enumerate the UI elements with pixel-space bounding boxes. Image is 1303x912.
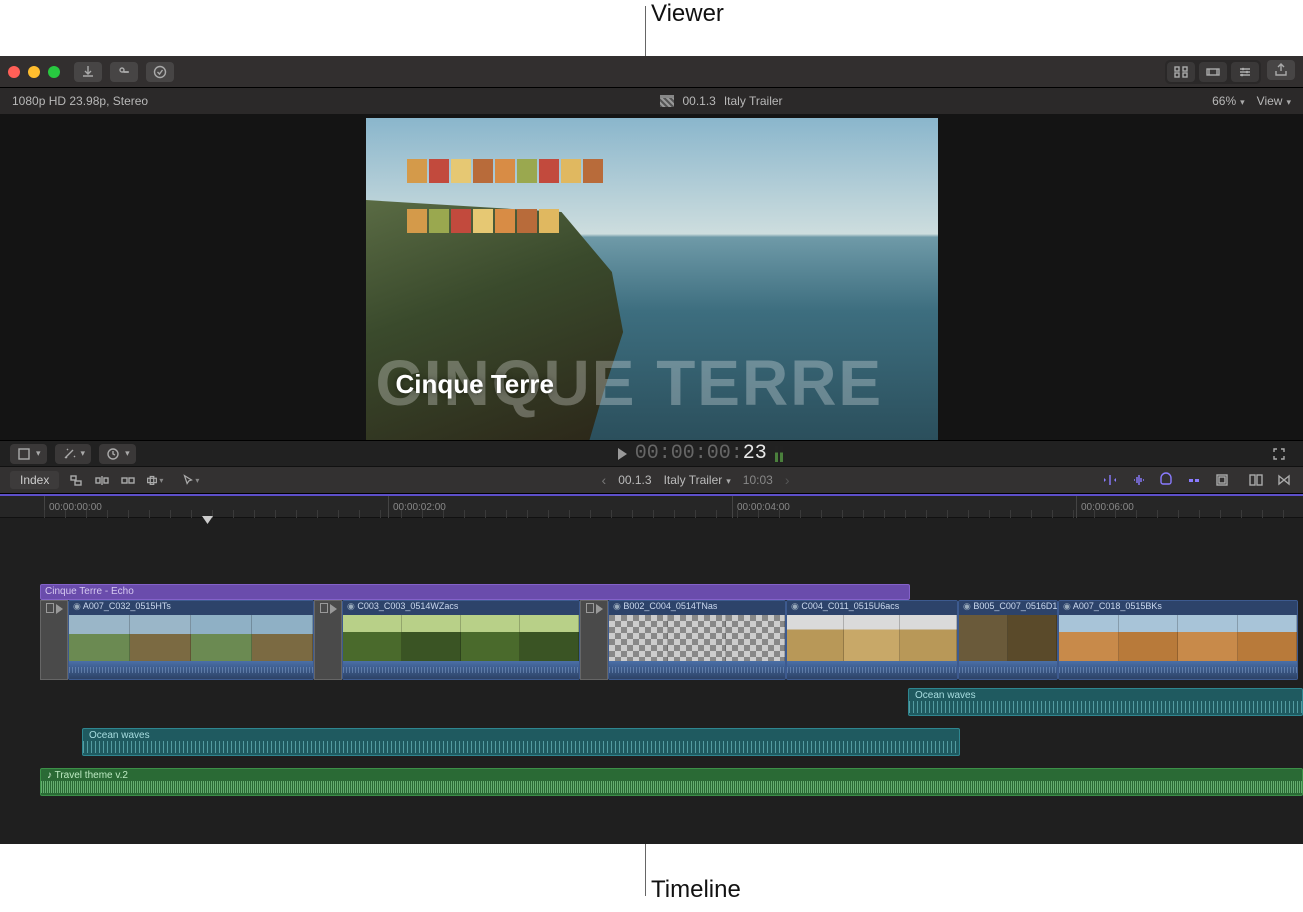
- viewer-info-bar: 1080p HD 23.98p, Stereo 00.1.3 Italy Tra…: [0, 88, 1303, 114]
- effects-browser-button[interactable]: [1213, 472, 1231, 488]
- clip-label: ◉ B002_C004_0514TNas: [609, 601, 785, 615]
- view-menu-dropdown[interactable]: View: [1257, 94, 1291, 108]
- retime-menu-dropdown[interactable]: [99, 444, 136, 464]
- timecode-hhmmss: 00:00:00:: [635, 442, 743, 465]
- audio-clip-label: Ocean waves: [89, 730, 150, 741]
- fullscreen-button[interactable]: [1265, 444, 1293, 464]
- skimming-toggle-button[interactable]: [1101, 472, 1119, 488]
- wand-icon: [61, 446, 77, 462]
- expand-icon: [1271, 446, 1287, 462]
- insert-edit-button[interactable]: [93, 472, 111, 488]
- timecode-frames: 23: [743, 442, 767, 465]
- browser-toggle-button[interactable]: [1167, 62, 1195, 82]
- project-index-label: 00.1.3: [682, 94, 715, 108]
- viewer-zoom-dropdown[interactable]: 66%: [1212, 94, 1245, 108]
- callout-timeline-line: [645, 844, 646, 896]
- ruler-tick: 00:00:00:00: [44, 496, 102, 518]
- download-arrow-icon: [80, 64, 96, 80]
- callout-timeline-label: Timeline: [651, 876, 741, 904]
- timeline-toolbar: Index ▾ ▾ ‹ 00.1.3 Italy Trailer 10:03 ›: [0, 466, 1303, 494]
- viewer-area: CINQUE TERRE Cinque Terre: [0, 114, 1303, 440]
- snapping-toggle-button[interactable]: [1185, 472, 1203, 488]
- viewer-scene-buildings: [406, 158, 606, 258]
- timeline-forward-button[interactable]: ›: [785, 472, 790, 488]
- audio-meter[interactable]: [775, 446, 783, 462]
- video-clip[interactable]: ◉ C004_C011_0515U6acs: [786, 600, 958, 680]
- ruler-tick: 00:00:06:00: [1076, 496, 1134, 518]
- background-tasks-button[interactable]: [146, 62, 174, 82]
- minimize-window-button[interactable]: [28, 66, 40, 78]
- timecode-display[interactable]: 00:00:00:23: [635, 442, 767, 465]
- app-window: 1080p HD 23.98p, Stereo 00.1.3 Italy Tra…: [0, 56, 1303, 844]
- keyword-button[interactable]: [110, 62, 138, 82]
- transform-icon: [16, 446, 32, 462]
- clip-label: ◉ B005_C007_0516D1...: [959, 601, 1057, 615]
- overwrite-edit-button[interactable]: ▾: [145, 472, 163, 488]
- grid-icon: [1173, 64, 1189, 80]
- index-button[interactable]: Index: [10, 471, 59, 489]
- share-icon: [1273, 62, 1289, 78]
- play-button[interactable]: [618, 448, 627, 460]
- ruler-tick: 00:00:04:00: [732, 496, 790, 518]
- clip-label: ◉ A007_C032_0515HTs: [69, 601, 313, 615]
- window-controls: [8, 66, 60, 78]
- clock-icon: [105, 446, 121, 462]
- timeline-duration-label: 10:03: [743, 473, 773, 487]
- transport-bar: 00:00:00:23: [0, 440, 1303, 466]
- key-icon: [116, 64, 132, 80]
- connect-edit-button[interactable]: [67, 472, 85, 488]
- timeline-project-index: 00.1.3: [618, 473, 651, 487]
- callout-viewer-line: [645, 6, 646, 56]
- enhance-menu-dropdown[interactable]: [55, 444, 92, 464]
- timeline-ruler[interactable]: 00:00:00:00 00:00:02:00 00:00:04:00 00:0…: [0, 496, 1303, 518]
- clapperboard-icon: [660, 95, 674, 107]
- audio-clip[interactable]: Ocean waves: [908, 688, 1303, 716]
- share-button[interactable]: [1267, 60, 1295, 80]
- clip-label: ◉ C004_C011_0515U6acs: [787, 601, 957, 615]
- timeline-back-button[interactable]: ‹: [602, 472, 607, 488]
- video-clip[interactable]: ◉ B005_C007_0516D1...: [958, 600, 1058, 680]
- project-name-label: Italy Trailer: [724, 94, 783, 108]
- timeline-toggle-button[interactable]: [1199, 62, 1227, 82]
- video-lane: ◉ A007_C032_0515HTs ◉ C003_C003_0514WZac…: [0, 600, 1303, 682]
- timeline-project-dropdown[interactable]: Italy Trailer: [664, 473, 731, 487]
- video-format-label: 1080p HD 23.98p, Stereo: [12, 94, 292, 108]
- ruler-tick: 00:00:02:00: [388, 496, 446, 518]
- music-clip[interactable]: ♪ Travel theme v.2: [40, 768, 1303, 796]
- viewer-frame[interactable]: CINQUE TERRE Cinque Terre: [366, 118, 938, 440]
- filmstrip-icon: [1205, 64, 1221, 80]
- timeline-appearance-button[interactable]: [1247, 472, 1265, 488]
- audio-clip[interactable]: Ocean waves: [82, 728, 960, 756]
- viewer-title-foreground: Cinque Terre: [396, 369, 554, 400]
- solo-toggle-button[interactable]: [1157, 472, 1175, 488]
- timeline[interactable]: 00:00:00:00 00:00:02:00 00:00:04:00 00:0…: [0, 494, 1303, 844]
- transform-tool-dropdown[interactable]: [10, 444, 47, 464]
- audio-clip-label: Ocean waves: [915, 690, 976, 701]
- title-clip[interactable]: Cinque Terre - Echo: [40, 584, 910, 600]
- video-clip[interactable]: ◉ A007_C018_0515BKs: [1058, 600, 1298, 680]
- clip-label: ◉ A007_C018_0515BKs: [1059, 601, 1297, 615]
- close-window-button[interactable]: [8, 66, 20, 78]
- select-tool-button[interactable]: ▾: [181, 472, 199, 488]
- inspector-toggle-button[interactable]: [1231, 62, 1259, 82]
- clip-label: ◉ C003_C003_0514WZacs: [343, 601, 579, 615]
- transitions-browser-button[interactable]: [1275, 472, 1293, 488]
- sliders-icon: [1237, 64, 1253, 80]
- fullscreen-window-button[interactable]: [48, 66, 60, 78]
- video-clip[interactable]: ◉ A007_C032_0515HTs: [68, 600, 314, 680]
- video-clip[interactable]: ◉ C003_C003_0514WZacs: [342, 600, 580, 680]
- titlebar: [0, 56, 1303, 88]
- audio-skimming-toggle-button[interactable]: [1129, 472, 1147, 488]
- video-clip[interactable]: ◉ B002_C004_0514TNas: [608, 600, 786, 680]
- import-button[interactable]: [74, 62, 102, 82]
- checkmark-circle-icon: [152, 64, 168, 80]
- workspace-segmented-control: [1165, 60, 1261, 84]
- callout-viewer-label: Viewer: [651, 0, 724, 28]
- append-edit-button[interactable]: [119, 472, 137, 488]
- music-clip-label: Travel theme v.2: [55, 770, 128, 781]
